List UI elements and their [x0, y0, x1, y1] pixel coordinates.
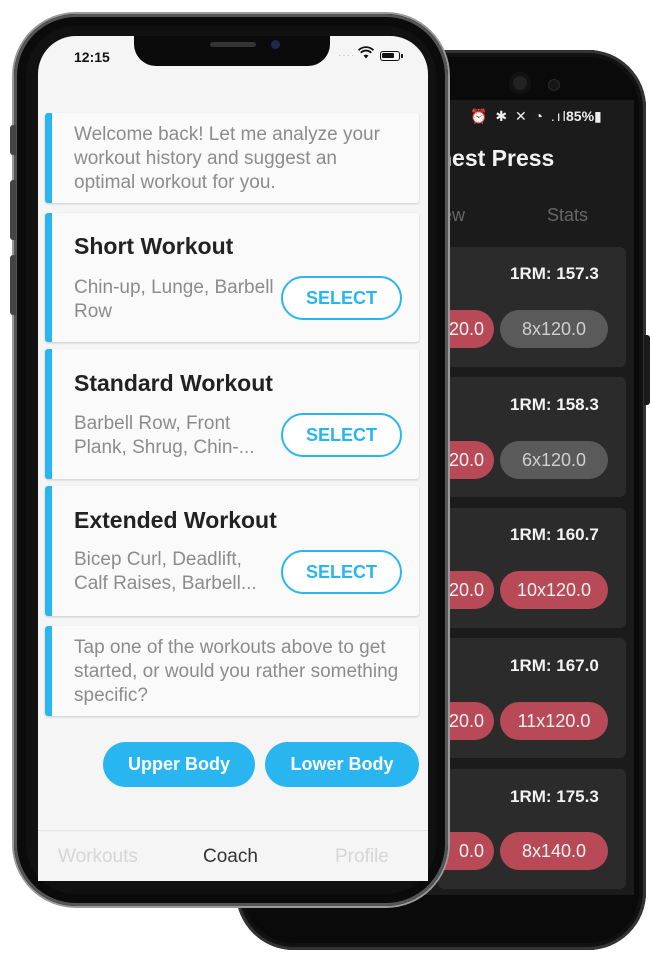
tab-workouts[interactable]: Workouts: [58, 846, 138, 868]
tab-profile[interactable]: Profile: [335, 846, 389, 868]
one-rep-max: 1RM: 158.3: [510, 395, 599, 414]
set-pill: 8x140.0: [500, 832, 608, 870]
set-pill: 10x120.0: [500, 571, 608, 609]
accent-bar: [45, 486, 52, 616]
wifi-icon: [357, 46, 375, 63]
one-rep-max: 1RM: 160.7: [510, 525, 599, 544]
workout-name: Extended Workout: [74, 507, 277, 533]
accent-bar: [45, 349, 52, 479]
battery-icon: [380, 51, 403, 61]
one-rep-max: 1RM: 157.3: [510, 264, 599, 283]
accent-bar: [45, 626, 52, 716]
workout-exercises: Bicep Curl, Deadlift, Calf Raises, Barbe…: [74, 549, 257, 594]
coach-message-prompt: Tap one of the workouts above to get sta…: [45, 626, 419, 716]
speaker-grille: [210, 42, 256, 47]
coach-message-welcome: Welcome back! Let me analyze your workou…: [45, 113, 419, 203]
set-pill: 8x120.0: [500, 310, 608, 348]
workout-name: Standard Workout: [74, 370, 273, 396]
workout-exercises: Barbell Row, Front Plank, Shrug, Chin-..…: [74, 413, 255, 458]
tab-coach[interactable]: Coach: [203, 846, 258, 868]
accent-bar: [45, 113, 52, 203]
android-battery-status: 85%▮: [566, 108, 602, 124]
front-camera-icon: [271, 40, 280, 49]
one-rep-max: 1RM: 167.0: [510, 656, 599, 675]
notch: [134, 36, 330, 66]
quick-reply-upper-body[interactable]: Upper Body: [103, 742, 255, 787]
set-pill: 6x120.0: [500, 441, 608, 479]
workout-name: Short Workout: [74, 233, 234, 259]
one-rep-max: 1RM: 175.3: [510, 787, 599, 806]
signal-icon: ····: [338, 50, 356, 61]
workout-exercises: Chin-up, Lunge, Barbell Row: [74, 277, 274, 322]
volume-down-button: [10, 255, 16, 315]
workout-card-standard[interactable]: Standard Workout Barbell Row, Front Plan…: [45, 349, 419, 479]
status-time: 12:15: [74, 49, 110, 65]
workout-card-extended[interactable]: Extended Workout Bicep Curl, Deadlift, C…: [45, 486, 419, 616]
android-power-button: [644, 335, 650, 405]
android-camera-icon: [509, 72, 531, 94]
accent-bar: [45, 213, 52, 342]
android-status-icons: ⏰ ✱ ✕ ◔ .ıl: [470, 108, 568, 124]
message-text: Welcome back! Let me analyze your workou…: [74, 124, 380, 193]
quick-reply-lower-body[interactable]: Lower Body: [265, 742, 419, 787]
select-short-workout-button[interactable]: SELECT: [281, 276, 402, 320]
select-extended-workout-button[interactable]: SELECT: [281, 550, 402, 594]
exercise-title: hest Press: [438, 145, 555, 171]
mute-switch: [10, 125, 16, 155]
select-standard-workout-button[interactable]: SELECT: [281, 413, 402, 457]
volume-up-button: [10, 180, 16, 240]
message-text: Tap one of the workouts above to get sta…: [74, 637, 399, 706]
tab-stats[interactable]: Stats: [547, 205, 588, 226]
android-sensor-icon: [548, 79, 560, 91]
set-pill: 11x120.0: [500, 702, 608, 740]
workout-card-short[interactable]: Short Workout Chin-up, Lunge, Barbell Ro…: [45, 213, 419, 342]
